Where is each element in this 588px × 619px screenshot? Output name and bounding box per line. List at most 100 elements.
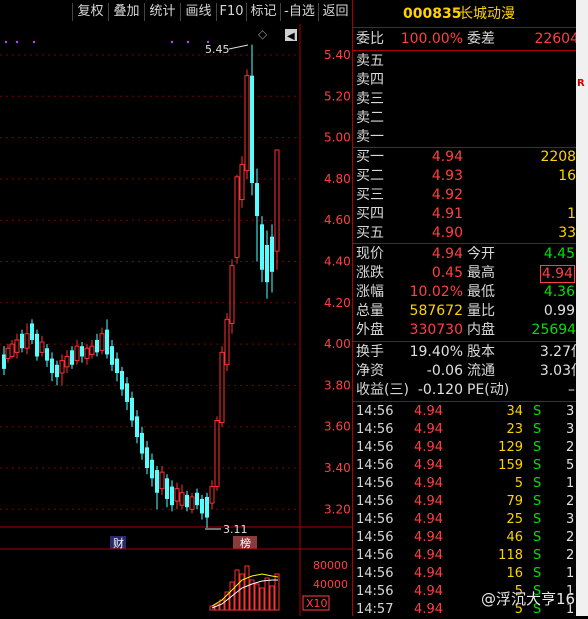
tick-price: 4.94 — [414, 548, 443, 563]
tick-time: 14:57 — [356, 602, 394, 617]
chart-toolbar: 复权 叠加 统计 画线 F10 标记 -自选 返回 — [0, 0, 352, 24]
tick-price: 4.94 — [414, 494, 443, 509]
tick-time: 14:56 — [356, 440, 394, 455]
tick-price: 4.94 — [414, 566, 443, 581]
price-tick-label: 4.20 — [324, 296, 351, 310]
tick-time: 14:56 — [356, 494, 394, 509]
tick-price: 4.94 — [414, 404, 443, 419]
tick-count: 3 — [566, 404, 575, 419]
tick-row: 14:56 4.94 129 S 2 — [353, 439, 588, 457]
pe-label: PE(动) — [467, 382, 510, 398]
candle-body — [260, 224, 264, 270]
vol-tick-80000: 80000 — [313, 559, 348, 572]
volume-ratio-label: 量比 — [467, 303, 495, 319]
ask-row[interactable]: 卖一 — [353, 128, 588, 147]
volume-bar — [274, 573, 280, 611]
bid-price: 4.91 — [431, 206, 463, 222]
candle-body — [5, 347, 11, 360]
outer-label: 外盘 — [356, 322, 384, 338]
stock-code: 000835 — [403, 6, 462, 22]
bid-label: 买五 — [356, 225, 384, 241]
volume-bar — [234, 569, 240, 611]
tick-price: 4.94 — [414, 422, 443, 437]
toolbar-back-button[interactable]: 返回 — [318, 3, 352, 21]
open-label: 今开 — [467, 246, 495, 262]
bid-price: 4.94 — [431, 149, 463, 165]
scroll-arrow-icon[interactable]: ◀ — [287, 31, 295, 42]
volume-label: 总量 — [356, 303, 384, 319]
vol-tick-40000: 40000 — [313, 578, 348, 591]
candle-body — [120, 370, 124, 390]
ask-row[interactable]: 卖五 — [353, 52, 588, 71]
tick-time: 14:56 — [356, 566, 394, 581]
tick-volume: 5 — [514, 476, 523, 491]
candle-body — [99, 333, 105, 351]
finance-marker[interactable]: 财 — [113, 536, 124, 550]
toolbar-stats-button[interactable]: 统计 — [144, 3, 180, 21]
tick-side: S — [533, 548, 542, 563]
tick-side: S — [533, 458, 542, 473]
tick-time: 14:56 — [356, 512, 394, 527]
candle-body — [115, 358, 119, 374]
candle-body — [250, 75, 254, 184]
tick-row: 14:56 4.94 23 S 3 — [353, 421, 588, 439]
toolbar-watchlist-button[interactable]: -自选 — [280, 3, 318, 21]
candle-body — [179, 492, 185, 506]
candle-body — [205, 496, 209, 518]
high-label: 最高 — [467, 265, 495, 281]
tick-count: 5 — [566, 458, 575, 473]
bid-row[interactable]: 买一 4.94 22087 — [353, 148, 588, 167]
toolbar-overlay-button[interactable]: 叠加 — [108, 3, 144, 21]
ask-row[interactable]: 卖四 — [353, 71, 588, 90]
side-marker-r[interactable]: R — [577, 78, 585, 89]
candle-body — [209, 486, 215, 504]
tick-volume: 129 — [498, 440, 523, 455]
tick-side: S — [533, 530, 542, 545]
pct-value: 10.02% — [409, 284, 463, 300]
turnover-label: 换手 — [356, 344, 384, 360]
billboard-marker[interactable]: 榜 — [240, 536, 251, 550]
ask-row[interactable]: 卖二 — [353, 109, 588, 128]
pe-value: – — [568, 382, 575, 398]
candle-body — [110, 346, 114, 365]
candle-body — [244, 75, 250, 172]
toolbar-draw-button[interactable]: 画线 — [180, 3, 216, 21]
capital-label: 股本 — [467, 344, 495, 360]
candle-body — [140, 432, 144, 454]
candle-body — [274, 149, 280, 252]
candle-body — [159, 471, 165, 490]
order-ratio-label: 委比 — [356, 31, 384, 47]
price-tick-label: 4.60 — [324, 213, 351, 227]
chart-annotations: 5.45 3.11 财 榜 ◇ ◀ — [110, 27, 297, 550]
candle-body — [219, 351, 225, 424]
tick-volume: 118 — [498, 548, 523, 563]
volume-bar — [269, 585, 275, 611]
candle-body — [135, 416, 139, 438]
price-tick-label: 3.80 — [324, 378, 351, 392]
tick-row: 14:56 4.94 118 S 2 — [353, 547, 588, 565]
tick-time: 14:56 — [356, 422, 394, 437]
volume-axis: 80000 40000 X10 — [302, 559, 348, 611]
toolbar-mark-button[interactable]: 标记 — [246, 3, 280, 21]
bid-row[interactable]: 买二 4.93 163 — [353, 167, 588, 186]
bid-row[interactable]: 买三4.927 — [353, 186, 588, 205]
candle-body — [234, 176, 240, 258]
candle-body — [200, 498, 204, 514]
tick-side: S — [533, 494, 542, 509]
candle-body — [55, 364, 59, 378]
price-tick-label: 5.40 — [324, 48, 351, 62]
kline-chart[interactable]: 5.40 5.20 5.00 4.80 4.60 4.40 4.20 4.00 3.80 3.60… — [0, 24, 352, 616]
high-price-label: 5.45 — [205, 43, 230, 56]
low-price-label: 3.11 — [223, 523, 248, 536]
side-toolbar: R — [576, 0, 588, 616]
ask-label: 卖二 — [356, 110, 384, 126]
bid-row[interactable]: 买五 4.90 332 — [353, 224, 588, 243]
bid-row[interactable]: 买四4.9115 — [353, 205, 588, 224]
tick-volume: 46 — [506, 530, 523, 545]
toolbar-fuquan-button[interactable]: 复权 — [72, 3, 108, 21]
price-tick-label: 3.40 — [324, 461, 351, 475]
ask-row[interactable]: 卖三 — [353, 90, 588, 109]
toolbar-f10-button[interactable]: F10 — [216, 3, 246, 21]
tick-count: 1 — [566, 476, 575, 491]
vol-unit-label: X10 — [306, 597, 328, 610]
